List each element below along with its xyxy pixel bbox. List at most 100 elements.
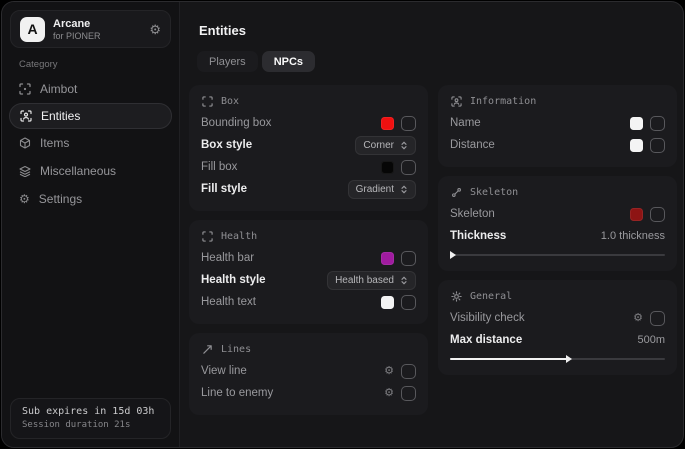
setting-label: Bounding box bbox=[201, 117, 271, 129]
color-swatch[interactable] bbox=[381, 252, 394, 265]
sub-expiry-text: Sub expires in 15d 03h bbox=[22, 406, 159, 417]
view-line-checkbox[interactable] bbox=[401, 364, 416, 379]
information-card: Information Name Distance bbox=[438, 85, 677, 167]
card-title: Box bbox=[221, 96, 239, 107]
setting-label: Thickness bbox=[450, 230, 506, 242]
box-style-dropdown[interactable]: Corner bbox=[355, 136, 416, 155]
view-line-settings-gear-icon[interactable]: ⚙ bbox=[384, 366, 394, 377]
tab-players[interactable]: Players bbox=[197, 51, 258, 72]
setting-row-view-line: View line ⚙ bbox=[201, 360, 416, 382]
sidebar-item-aimbot[interactable]: Aimbot bbox=[2, 75, 179, 103]
setting-label: View line bbox=[201, 365, 247, 377]
page-title: Entities bbox=[199, 23, 677, 38]
sidebar-item-label: Items bbox=[40, 136, 69, 150]
lines-card: Lines View line ⚙ Line to enemy ⚙ bbox=[189, 333, 428, 415]
setting-row-box-style: Box style Corner bbox=[201, 134, 416, 156]
settings-gear-icon: ⚙ bbox=[19, 192, 30, 206]
visibility-check-checkbox[interactable] bbox=[650, 311, 665, 326]
lines-card-header: Lines bbox=[202, 344, 416, 355]
category-label: Category bbox=[19, 59, 179, 70]
distance-checkbox[interactable] bbox=[650, 138, 665, 153]
health-card-header: Health bbox=[202, 231, 416, 242]
sidebar: A Arcane for PIONER ⚙ Category Aimbot En… bbox=[2, 2, 180, 447]
setting-label: Health style bbox=[201, 274, 266, 286]
color-swatch[interactable] bbox=[381, 161, 394, 174]
chevron-updown-icon bbox=[400, 276, 408, 285]
fill-style-dropdown[interactable]: Gradient bbox=[348, 180, 416, 199]
dropdown-value: Health based bbox=[335, 275, 394, 286]
setting-row-health-style: Health style Health based bbox=[201, 269, 416, 291]
setting-label: Max distance bbox=[450, 334, 522, 346]
fill-box-checkbox[interactable] bbox=[401, 160, 416, 175]
setting-row-line-to-enemy: Line to enemy ⚙ bbox=[201, 382, 416, 404]
entities-person-scan-icon bbox=[20, 110, 32, 122]
sidebar-item-label: Aimbot bbox=[40, 82, 77, 96]
thickness-slider[interactable] bbox=[450, 251, 665, 260]
color-swatch[interactable] bbox=[630, 139, 643, 152]
setting-row-name: Name bbox=[450, 112, 665, 134]
skeleton-checkbox[interactable] bbox=[650, 207, 665, 222]
subscription-info-card: Sub expires in 15d 03h Session duration … bbox=[10, 398, 171, 439]
chevron-updown-icon bbox=[400, 185, 408, 194]
person-scan-icon bbox=[451, 96, 462, 107]
slider-fill bbox=[450, 358, 568, 360]
setting-label: Name bbox=[450, 117, 481, 129]
setting-label: Health text bbox=[201, 296, 256, 308]
card-title: Lines bbox=[221, 344, 251, 355]
app-logo: A bbox=[20, 17, 45, 42]
line-to-enemy-checkbox[interactable] bbox=[401, 386, 416, 401]
health-text-checkbox[interactable] bbox=[401, 295, 416, 310]
information-card-header: Information bbox=[451, 96, 665, 107]
bounding-box-checkbox[interactable] bbox=[401, 116, 416, 131]
tab-npcs[interactable]: NPCs bbox=[262, 51, 315, 72]
sidebar-gear-icon[interactable]: ⚙ bbox=[149, 23, 161, 36]
skeleton-card-header: Skeleton bbox=[451, 187, 665, 198]
sidebar-item-miscellaneous[interactable]: Miscellaneous bbox=[2, 157, 179, 185]
setting-row-bounding-box: Bounding box bbox=[201, 112, 416, 134]
items-cube-icon bbox=[19, 137, 31, 149]
health-style-dropdown[interactable]: Health based bbox=[327, 271, 416, 290]
session-duration-text: Session duration 21s bbox=[22, 420, 159, 430]
right-column: Information Name Distance bbox=[438, 85, 677, 375]
setting-label: Fill style bbox=[201, 183, 247, 195]
bounding-box-icon bbox=[202, 231, 213, 242]
general-card-header: General bbox=[451, 291, 665, 302]
slider-track bbox=[450, 254, 665, 256]
name-checkbox[interactable] bbox=[650, 116, 665, 131]
setting-label: Distance bbox=[450, 139, 495, 151]
line-to-enemy-settings-gear-icon[interactable]: ⚙ bbox=[384, 388, 394, 399]
app-window: A Arcane for PIONER ⚙ Category Aimbot En… bbox=[1, 1, 684, 448]
setting-label: Visibility check bbox=[450, 312, 525, 324]
slider-handle[interactable] bbox=[566, 355, 572, 363]
card-title: Health bbox=[221, 231, 257, 242]
color-swatch[interactable] bbox=[630, 117, 643, 130]
sidebar-nav: Aimbot Entities Items Miscellaneous bbox=[2, 75, 179, 213]
visibility-check-settings-gear-icon[interactable]: ⚙ bbox=[633, 313, 643, 324]
general-card: General Visibility check ⚙ Max distance … bbox=[438, 280, 677, 375]
setting-row-distance: Distance bbox=[450, 134, 665, 156]
thickness-value: 1.0 thickness bbox=[601, 230, 665, 242]
color-swatch[interactable] bbox=[381, 117, 394, 130]
color-swatch[interactable] bbox=[630, 208, 643, 221]
sidebar-item-entities[interactable]: Entities bbox=[9, 103, 172, 129]
sidebar-item-items[interactable]: Items bbox=[2, 129, 179, 157]
max-distance-slider[interactable] bbox=[450, 355, 665, 364]
sidebar-item-label: Miscellaneous bbox=[40, 164, 116, 178]
color-swatch[interactable] bbox=[381, 296, 394, 309]
dropdown-value: Corner bbox=[363, 140, 394, 151]
sidebar-item-settings[interactable]: ⚙ Settings bbox=[2, 185, 179, 213]
tab-bar: Players NPCs bbox=[197, 51, 315, 72]
chevron-updown-icon bbox=[400, 141, 408, 150]
sidebar-item-label: Entities bbox=[41, 109, 80, 123]
setting-row-health-bar: Health bar bbox=[201, 247, 416, 269]
app-title-block: Arcane for PIONER bbox=[53, 18, 101, 41]
app-name: Arcane bbox=[53, 18, 101, 30]
setting-row-health-text: Health text bbox=[201, 291, 416, 313]
max-distance-value: 500m bbox=[637, 334, 665, 346]
app-logo-card: A Arcane for PIONER ⚙ bbox=[10, 10, 171, 48]
health-bar-checkbox[interactable] bbox=[401, 251, 416, 266]
sidebar-item-label: Settings bbox=[39, 192, 82, 206]
app-subtitle: for PIONER bbox=[53, 31, 101, 41]
setting-row-thickness: Thickness 1.0 thickness bbox=[450, 225, 665, 247]
slider-handle[interactable] bbox=[450, 251, 456, 259]
